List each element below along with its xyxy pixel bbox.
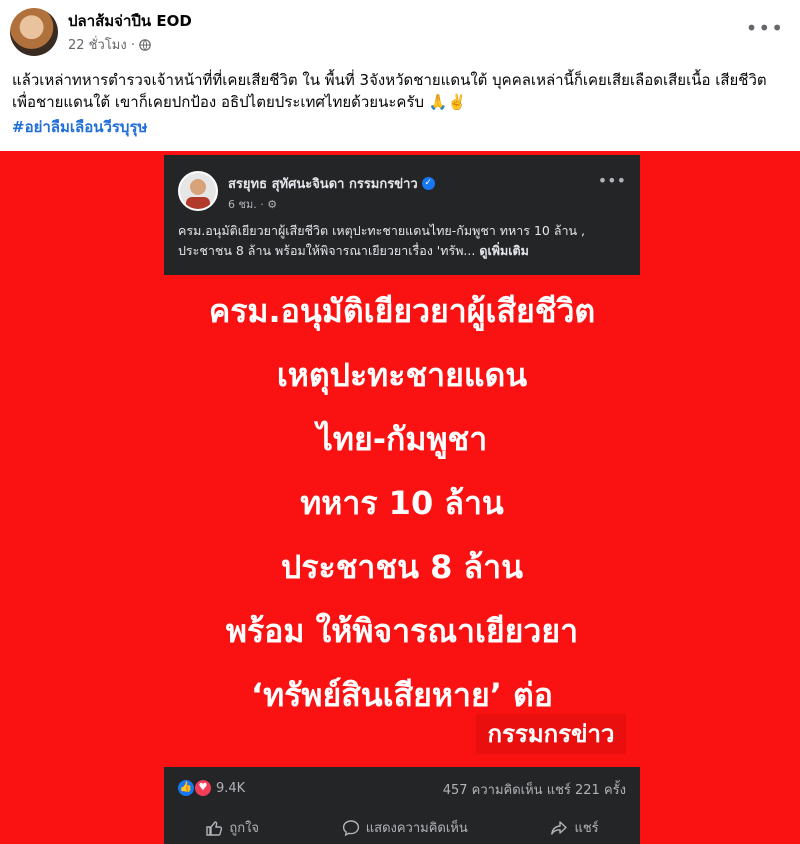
comment-bubble-icon: [342, 819, 359, 836]
shared-post-text: ครม.อนุมัติเยียวยาผู้เสียชีวิต เหตุปะทะช…: [178, 223, 586, 258]
shared-comment-action: แสดงความคิดเห็น: [342, 817, 468, 838]
hashtag-link[interactable]: #อย่าลืมเลือนวีรบุรุษ: [12, 115, 147, 139]
headline-line: ประชาชน 8 ล้าน: [281, 548, 523, 586]
more-horizontal-icon[interactable]: •••: [746, 18, 784, 38]
headline-line: เหตุปะทะชายแดน: [276, 356, 528, 394]
shared-post-time: 6 ชม. · ⚙: [228, 198, 278, 211]
comments-shares-count: 457 ความคิดเห็น แชร์ 221 ครั้ง: [442, 783, 626, 798]
post-header: ปลาส้มจ่าปืน EOD 22 ชั่วโมง · •••: [0, 0, 800, 64]
post-body-text: แล้วเหล่าทหารตำรวจเจ้าหน้าที่ที่เคยเสียช…: [12, 71, 767, 111]
news-brand-tag: กรรมกรข่าว: [476, 714, 626, 754]
shared-author-avatar: [178, 171, 218, 211]
shared-author-name: สรยุทธ สุทัศนะจินดา กรรมกรข่าว ✓: [228, 173, 435, 194]
post-time[interactable]: 22 ชั่วโมง ·: [68, 34, 135, 55]
shared-like-action: ถูกใจ: [205, 817, 259, 838]
reaction-count: 9.4K: [216, 780, 246, 796]
globe-icon: [139, 38, 151, 51]
headline-line: ทหาร 10 ล้าน: [300, 484, 504, 522]
shared-screenshot-image[interactable]: สรยุทธ สุทัศนะจินดา กรรมกรข่าว ✓ 6 ชม. ·…: [0, 151, 800, 844]
shared-share-action: แชร์: [550, 817, 599, 838]
shared-stats-bar: 👍 ♥ 9.4K 457 ความคิดเห็น แชร์ 221 ครั้ง …: [164, 767, 640, 844]
thumbs-up-icon: [206, 820, 223, 836]
post-meta: 22 ชั่วโมง ·: [68, 34, 151, 55]
like-reaction-icon: 👍: [178, 780, 194, 796]
love-reaction-icon: ♥: [194, 779, 212, 797]
reaction-summary: 👍 ♥ 9.4K: [178, 779, 245, 797]
headline-line: ครม.อนุมัติเยียวยาผู้เสียชีวิต: [208, 292, 596, 330]
headline-line: พร้อม ให้พิจารณาเยียวยา: [225, 612, 579, 650]
shared-post-header: สรยุทธ สุทัศนะจินดา กรรมกรข่าว ✓ 6 ชม. ·…: [164, 155, 640, 275]
headline-line: ไทย-กัมพูชา: [316, 420, 488, 458]
shared-more-icon: •••: [597, 171, 626, 190]
see-more-link: ดูเพิ่มเติม: [479, 243, 529, 258]
shared-action-row: ถูกใจ แสดงความคิดเห็น แชร์: [164, 811, 640, 844]
headline-block: ครม.อนุมัติเยียวยาผู้เสียชีวิต เหตุปะทะช…: [164, 279, 640, 727]
verified-badge-icon: ✓: [421, 177, 435, 190]
author-avatar[interactable]: [10, 8, 58, 56]
author-name[interactable]: ปลาส้มจ่าปืน EOD: [68, 9, 192, 33]
share-arrow-icon: [551, 820, 568, 835]
